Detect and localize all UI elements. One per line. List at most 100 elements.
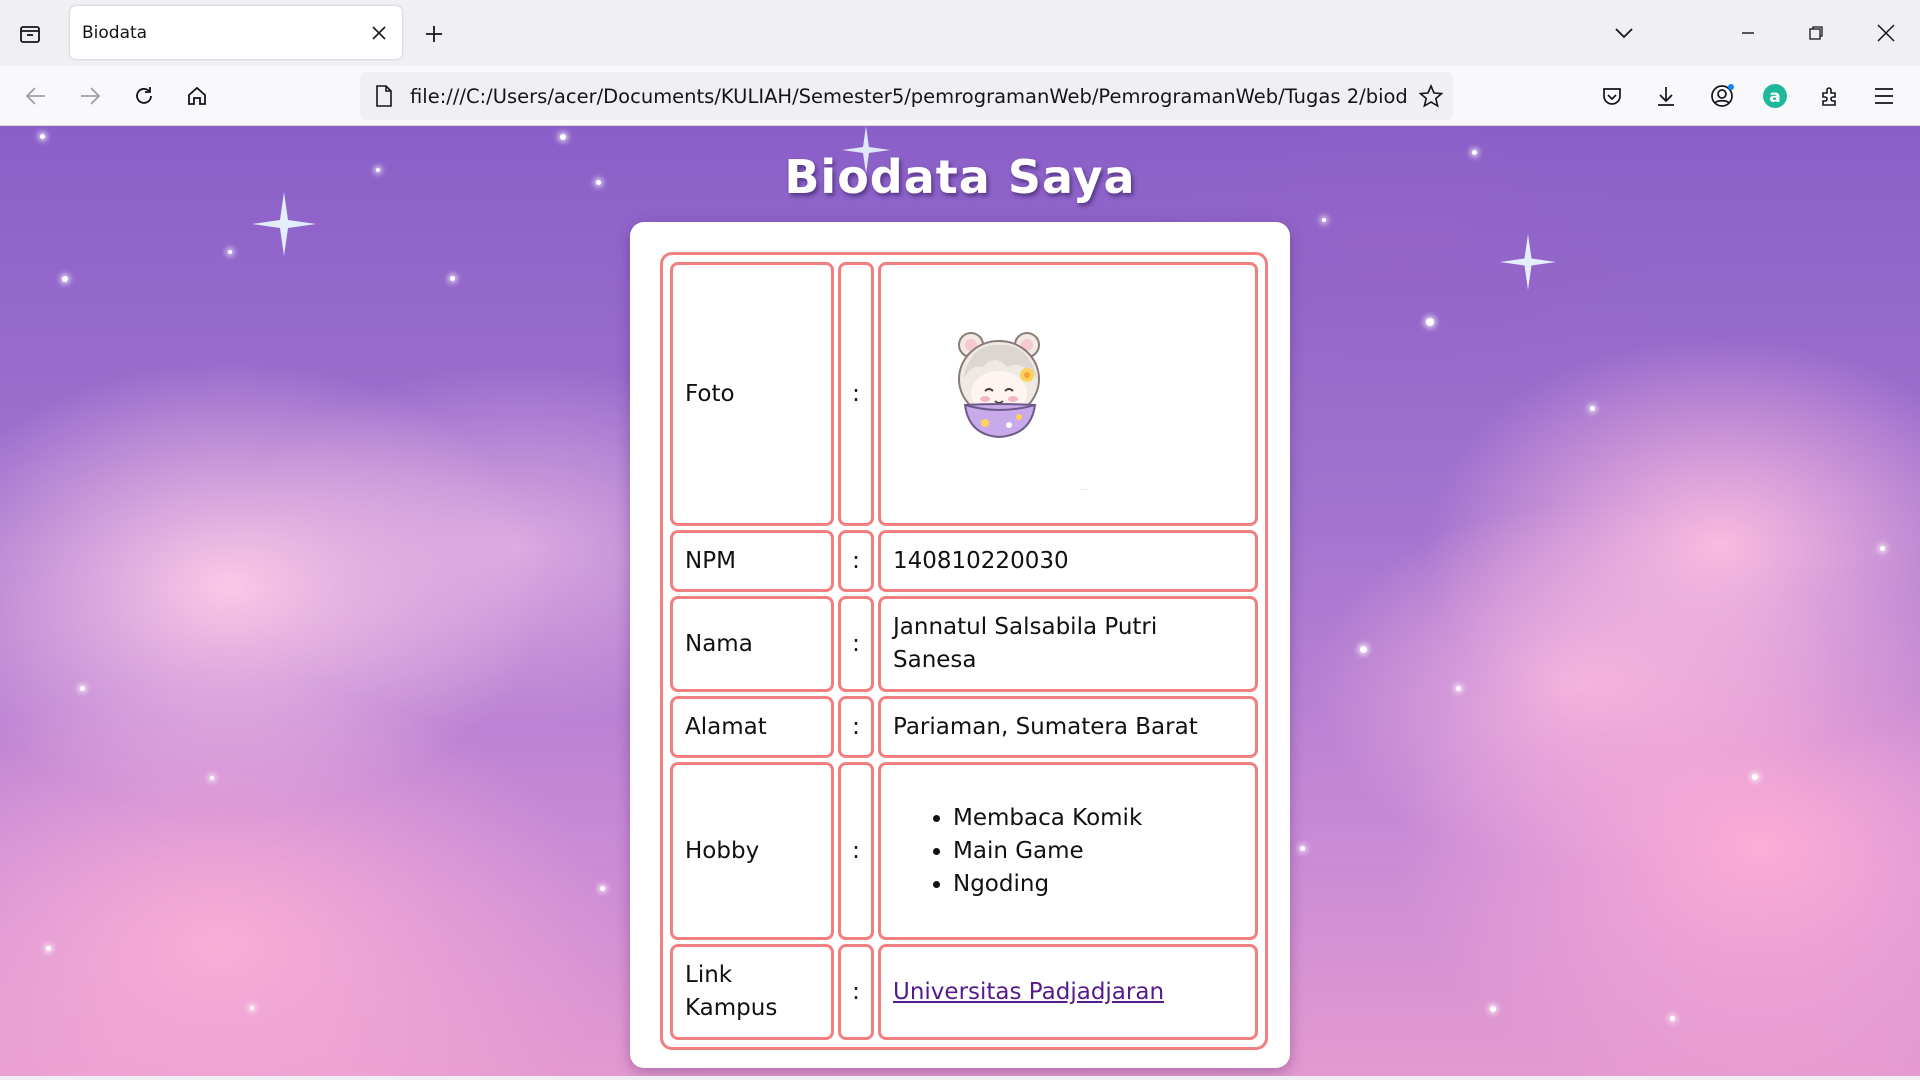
tab-list-icon [20, 26, 40, 43]
sparkle-decoration [1500, 234, 1556, 290]
tab-biodata[interactable]: Biodata [70, 6, 402, 59]
row-label: Alamat [670, 696, 834, 758]
row-separator: : [838, 696, 874, 758]
list-item: Main Game [953, 835, 1243, 868]
extensions-button[interactable] [1812, 78, 1848, 114]
close-icon [372, 25, 386, 40]
menu-icon [1875, 88, 1893, 104]
alamat-value: Pariaman, Sumatera Barat [878, 696, 1258, 758]
star-decoration [80, 686, 85, 691]
list-all-tabs-button[interactable] [1602, 12, 1646, 54]
row-label: NPM [670, 530, 834, 592]
hobby-value: Membaca Komik Main Game Ngoding [878, 762, 1258, 940]
star-decoration [1670, 1016, 1675, 1021]
page-title: Biodata Saya [784, 150, 1136, 204]
star-decoration [40, 134, 45, 139]
forward-icon [81, 87, 101, 105]
star-decoration [1752, 774, 1758, 780]
window-close-icon [1877, 24, 1895, 42]
back-button[interactable] [18, 78, 54, 114]
table-row-link-kampus: Link Kampus : Universitas Padjadjaran [670, 944, 1258, 1040]
star-decoration [210, 776, 214, 780]
pocket-icon [1603, 88, 1621, 105]
star-decoration [1360, 646, 1367, 653]
downloads-button[interactable] [1648, 78, 1684, 114]
row-separator: : [838, 530, 874, 592]
app-menu-button[interactable] [1866, 78, 1902, 114]
pocket-button[interactable] [1594, 78, 1630, 114]
restore-icon [1809, 26, 1823, 40]
reload-icon [136, 87, 152, 104]
table-row-npm: NPM : 140810220030 [670, 530, 1258, 592]
extensions-icon [1822, 87, 1836, 106]
bookmark-button[interactable] [1409, 74, 1453, 118]
tab-title: Biodata [82, 22, 148, 43]
table-row-hobby: Hobby : Membaca Komik Main Game Ngoding [670, 762, 1258, 940]
photo-watermark: ····· [1079, 487, 1089, 494]
hobby-list: Membaca Komik Main Game Ngoding [893, 802, 1243, 901]
table-row-alamat: Alamat : Pariaman, Sumatera Barat [670, 696, 1258, 758]
address-bar[interactable]: file:///C:/Users/acer/Documents/KULIAH/S… [360, 72, 1453, 120]
row-label: Hobby [670, 762, 834, 940]
minimize-button[interactable] [1726, 12, 1770, 54]
back-icon [25, 87, 45, 105]
restore-button[interactable] [1794, 12, 1838, 54]
star-decoration [1456, 686, 1461, 691]
extension-a-icon: a [1763, 84, 1787, 108]
npm-value: 140810220030 [878, 530, 1258, 592]
new-tab-button[interactable] [418, 18, 450, 50]
star-decoration [560, 134, 566, 140]
chevron-down-icon [1615, 28, 1633, 39]
minimize-icon [1742, 32, 1754, 34]
list-item: Ngoding [953, 868, 1243, 901]
home-button[interactable] [179, 78, 215, 114]
star-decoration [1590, 406, 1595, 411]
table-row-foto: Foto : ····· [670, 262, 1258, 526]
tab-list-button[interactable] [14, 18, 46, 50]
tab-close-button[interactable] [364, 18, 394, 48]
star-decoration [228, 250, 232, 254]
row-label: Nama [670, 596, 834, 692]
table-row-nama: Nama : Jannatul Salsabila Putri Sanesa [670, 596, 1258, 692]
profile-photo [958, 332, 1040, 439]
photo-cell: ····· [878, 262, 1258, 526]
star-decoration [1300, 846, 1305, 851]
star-decoration [62, 276, 68, 282]
star-icon [1419, 84, 1443, 108]
campus-link[interactable]: Universitas Padjadjaran [893, 979, 1164, 1005]
page-content: Biodata Saya Foto : ····· NPM: 14081022… [0, 126, 1920, 1076]
window-close-button[interactable] [1864, 12, 1908, 54]
account-icon [1711, 84, 1734, 107]
svg-text:a: a [1769, 87, 1780, 107]
star-decoration [1322, 218, 1326, 222]
star-decoration [46, 946, 51, 951]
star-decoration [450, 276, 455, 281]
page-icon [376, 85, 392, 107]
row-separator: : [838, 262, 874, 526]
star-decoration [1490, 1006, 1496, 1012]
star-decoration [1880, 546, 1885, 551]
biodata-card: Foto : ····· NPM: 140810220030 Nama: J… [630, 222, 1290, 1068]
download-icon [1658, 87, 1674, 106]
row-label: Link Kampus [670, 944, 834, 1040]
row-separator: : [838, 944, 874, 1040]
list-item: Membaca Komik [953, 802, 1243, 835]
star-decoration [600, 886, 605, 891]
photo-container: ····· [881, 265, 1255, 523]
nama-value: Jannatul Salsabila Putri Sanesa [878, 596, 1258, 692]
navigation-toolbar: file:///C:/Users/acer/Documents/KULIAH/S… [0, 66, 1920, 126]
plus-icon [426, 26, 442, 42]
url-text[interactable]: file:///C:/Users/acer/Documents/KULIAH/S… [404, 85, 1409, 108]
extension-a-button[interactable]: a [1757, 78, 1793, 114]
reload-button[interactable] [126, 78, 162, 114]
row-separator: : [838, 762, 874, 940]
row-label: Foto [670, 262, 834, 526]
biodata-table: Foto : ····· NPM: 140810220030 Nama: J… [660, 252, 1268, 1050]
tab-strip: Biodata [0, 0, 1920, 66]
row-separator: : [838, 596, 874, 692]
home-icon [188, 86, 206, 105]
star-decoration [250, 1006, 254, 1010]
account-button[interactable] [1704, 78, 1740, 114]
page-info-button[interactable] [364, 72, 404, 120]
forward-button[interactable] [72, 78, 108, 114]
